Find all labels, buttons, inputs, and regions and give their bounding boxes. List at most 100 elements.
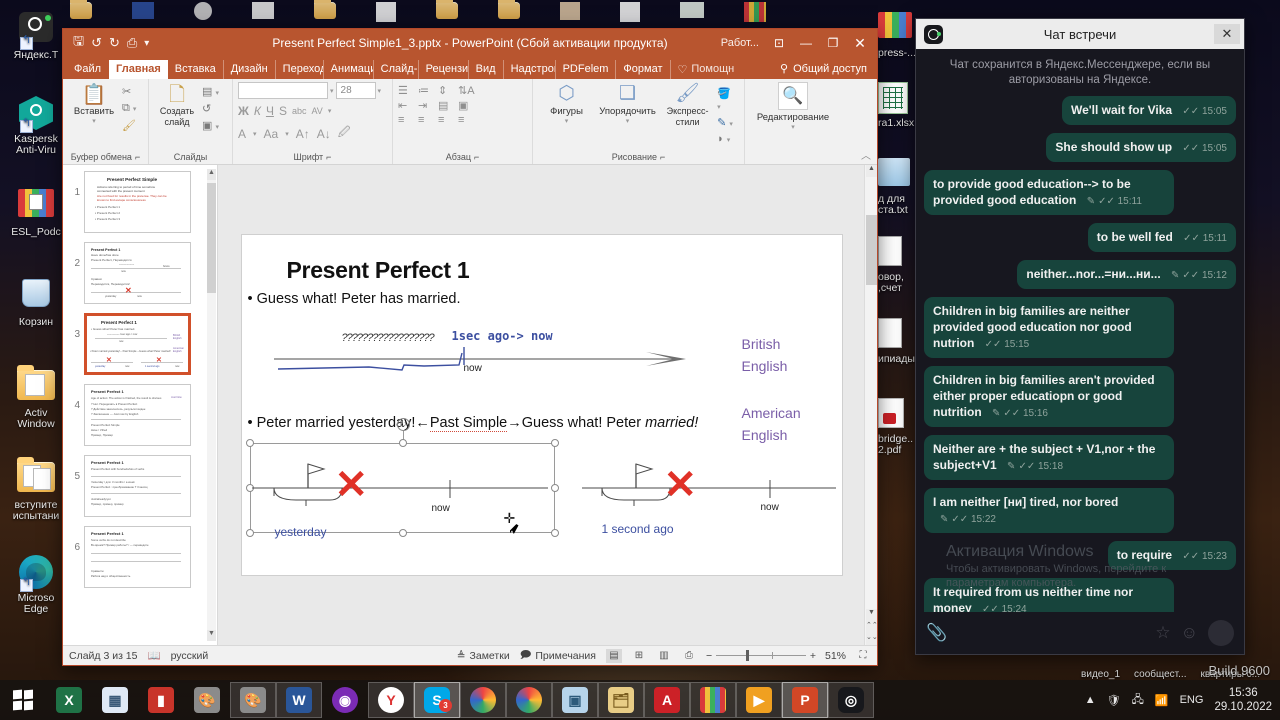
restore-icon[interactable]: ❐ — [820, 32, 846, 54]
slide-sorter-button[interactable]: ⊞ — [631, 649, 647, 663]
tab-view[interactable]: Вид — [469, 60, 504, 79]
normal-view-button[interactable]: ▤ — [605, 648, 622, 663]
volume-icon[interactable]: 📶 — [1155, 694, 1169, 707]
slide-thumbnail-1[interactable]: 1 Present Perfect Simple Actions referri… — [67, 171, 213, 233]
tab-animations[interactable]: Анимация — [324, 60, 374, 79]
taskbar-item-explorer[interactable]: 🗂 — [598, 682, 644, 718]
slide-thumbnail-preview[interactable]: Present Perfect 1 • Guess what! Peter ha… — [84, 313, 191, 375]
editing-button[interactable]: 🔍 Редактирование ▾ — [750, 82, 836, 131]
format-painter-button[interactable]: 🖌 — [120, 118, 138, 133]
chevron-down-icon[interactable]: ▾ — [595, 117, 660, 125]
slide-thumbnail-preview[interactable]: Present Perfect 1 Some verbs do not desc… — [84, 526, 191, 588]
tab-review[interactable]: Рецензир — [419, 60, 469, 79]
align-text-button[interactable]: ▤ — [438, 99, 456, 112]
clear-format-button[interactable]: 🖉 — [338, 123, 351, 144]
layout-button[interactable]: ▤ ▾ — [200, 84, 221, 99]
copy-button[interactable]: ⧉ ▾ — [120, 101, 138, 116]
desktop-icon-esl-podcast[interactable]: ESL_Podc — [4, 186, 68, 238]
scroll-down-icon[interactable]: ▼ — [207, 630, 216, 641]
arrange-button[interactable]: ❑ Упорядочить ▾ — [595, 82, 660, 125]
quick-access-toolbar[interactable]: 🖫 ↺ ↻ ⎙ ▾ — [67, 32, 149, 54]
dialog-launcher-icon[interactable]: ⌐ — [135, 152, 140, 162]
dialog-launcher-icon[interactable]: ⌐ — [474, 152, 479, 162]
window-controls[interactable]: ⊡ — ❐ ✕ — [766, 32, 873, 54]
shadow-button[interactable]: S — [279, 104, 287, 118]
slide-thumbnail-pane[interactable]: 1 Present Perfect Simple Actions referri… — [63, 165, 218, 645]
collapse-ribbon-button[interactable]: ︿ — [861, 147, 871, 162]
slide-thumbnail-3[interactable]: 3 Present Perfect 1 • Guess what! Peter … — [67, 313, 213, 375]
tab-design[interactable]: Дизайн — [224, 60, 276, 79]
current-slide[interactable]: Present Perfect 1 • Guess what! Peter ha… — [241, 235, 842, 575]
attach-icon[interactable]: 📎 — [926, 623, 947, 643]
italic-button[interactable]: К — [254, 104, 261, 118]
system-tray[interactable]: ▲ 🛡 🖧 📶 ENG 15:36 29.10.2022 — [1085, 686, 1280, 714]
taskbar-item-paint[interactable]: 🎨 — [184, 682, 230, 718]
resize-handle-br[interactable] — [550, 529, 559, 537]
star-icon[interactable]: ☆ — [1155, 623, 1170, 643]
font-color-button[interactable]: A — [238, 127, 246, 141]
slide-thumbnail-6[interactable]: 6 Present Perfect 1 Some verbs do not de… — [67, 526, 213, 588]
section-button[interactable]: ▣ ▾ — [200, 118, 221, 133]
shape-effects-button[interactable]: ◗ ▾ — [715, 132, 739, 146]
quick-styles-button[interactable]: 🖌 Экспресс- стили — [660, 82, 715, 128]
chevron-down-icon[interactable]: ▾ — [328, 107, 332, 115]
tab-addins[interactable]: Надстрой — [504, 60, 556, 79]
tab-pdfelement[interactable]: PDFelem — [556, 60, 617, 79]
taskbar-item-chrome[interactable] — [460, 682, 506, 718]
comments-button[interactable]: 🗩 Примечания — [520, 647, 596, 665]
increase-indent-button[interactable]: ⇥ — [418, 99, 436, 112]
taskbar-item-chrome-2[interactable] — [506, 682, 552, 718]
powerpoint-window[interactable]: 🖫 ↺ ↻ ⎙ ▾ Present Perfect Simple1_3.pptx… — [62, 28, 878, 666]
resize-handle-tr[interactable] — [550, 439, 559, 447]
desktop-icon-recycle-bin[interactable]: Корзин — [4, 276, 68, 328]
resize-handle-tm[interactable] — [398, 439, 407, 447]
slide-bullet-2[interactable]: • Peter married yesterday!←Past Simple→G… — [248, 415, 698, 432]
decrease-font-button[interactable]: A↓ — [317, 127, 331, 141]
taskbar-item-paint-2[interactable]: 🎨 — [230, 682, 276, 718]
language-indicator[interactable]: ENG — [1180, 694, 1204, 706]
thumbnail-scrollbar[interactable]: ▲ ▼ — [207, 169, 216, 641]
desktop-icon-vstupitelnye[interactable]: вступите испытани — [4, 457, 68, 522]
desktop-icon-microsoft-edge[interactable]: Microso Edge — [4, 555, 68, 615]
save-icon[interactable]: 🖫 — [73, 32, 84, 54]
chevron-down-icon[interactable]: ▾ — [68, 117, 120, 125]
chevron-down-icon[interactable]: ▾ — [750, 123, 836, 131]
emoji-icon[interactable]: ☺ — [1181, 623, 1198, 643]
desktop-icon-kaspersky[interactable]: Kaspersk Anti-Viru — [4, 96, 68, 156]
slide-thumbnail-2[interactable]: 2 Present Perfect 1 Have done/has done P… — [67, 242, 213, 304]
start-button[interactable] — [0, 680, 46, 720]
chevron-down-icon[interactable]: ▾ — [253, 130, 257, 138]
smartart-button[interactable]: ▣ — [458, 99, 476, 112]
share-button[interactable]: ⚲ Общий доступ — [774, 59, 877, 79]
taskbar-item-word[interactable]: W — [276, 682, 322, 718]
underline-button[interactable]: Ч — [266, 104, 274, 118]
close-icon[interactable]: ✕ — [847, 32, 873, 54]
shapes-button[interactable]: ⬡ Фигуры ▾ — [538, 82, 595, 125]
paste-button[interactable]: 📋 Вставить ▾ — [68, 82, 120, 125]
zoom-in-button[interactable]: + — [810, 650, 816, 662]
numbering-button[interactable]: ≔ — [418, 84, 436, 97]
justify-button[interactable]: ≡ — [458, 114, 476, 126]
dialog-launcher-icon[interactable]: ⌐ — [326, 152, 331, 162]
taskbar-item-powerpoint[interactable]: P — [782, 682, 828, 718]
dialog-launcher-icon[interactable]: ⌐ — [660, 152, 665, 162]
chat-input-bar[interactable]: 📎 ☆ ☺ — [916, 612, 1244, 654]
desktop-icon-yandex[interactable]: Яндекс.Т — [4, 10, 68, 61]
slide-bullet-1[interactable]: • Guess what! Peter has married. — [248, 291, 461, 307]
slide-editing-stage[interactable]: Present Perfect 1 • Guess what! Peter ha… — [218, 165, 878, 645]
shape-fill-button[interactable]: 🪣 ▾ — [715, 86, 739, 113]
tell-me-box[interactable]: ♡ Помощн — [671, 60, 742, 79]
strikethrough-button[interactable]: abc — [292, 106, 307, 116]
taskbar-item-skype[interactable]: S 3 — [414, 682, 460, 718]
zoom-out-button[interactable]: − — [706, 650, 712, 662]
previous-slide-button[interactable]: ⌃⌃ — [866, 621, 878, 633]
taskbar-item-calculator[interactable]: ▦ — [92, 682, 138, 718]
scrollbar-thumb[interactable] — [866, 215, 877, 285]
slide-thumbnail-preview[interactable]: Present Perfect 1 Present Perfect with h… — [84, 455, 191, 517]
tab-insert[interactable]: Вставка — [168, 60, 224, 79]
ribbon-display-options-icon[interactable]: ⊡ — [766, 32, 792, 54]
text-direction-button[interactable]: ⇅A — [458, 84, 476, 97]
taskbar-item-yandex-browser[interactable]: Y — [368, 682, 414, 718]
slide-title[interactable]: Present Perfect 1 — [287, 257, 470, 284]
start-presentation-icon[interactable]: ⎙ — [127, 35, 137, 51]
